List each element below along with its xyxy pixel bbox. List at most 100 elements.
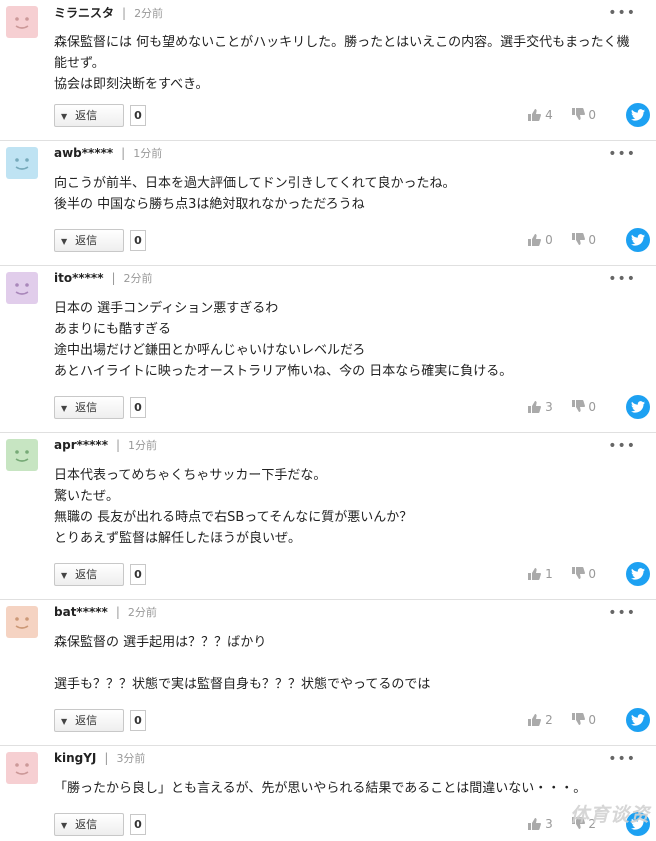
timestamp: 2分前 [127, 606, 157, 619]
thumbs-down-icon [571, 567, 585, 579]
more-icon[interactable]: ••• [608, 439, 636, 453]
dislike-button[interactable]: 0 [571, 233, 596, 247]
dislike-button[interactable]: 0 [571, 400, 596, 414]
twitter-bird-icon [631, 234, 645, 246]
more-icon[interactable]: ••• [608, 147, 636, 161]
like-count: 3 [545, 400, 553, 414]
reply-count: 0 [130, 564, 146, 585]
more-icon[interactable]: ••• [608, 752, 636, 766]
dislike-button[interactable]: 0 [571, 567, 596, 581]
reply-button[interactable]: ▼ 返信 [54, 104, 124, 127]
thumbs-down-icon [571, 233, 585, 245]
like-count: 0 [545, 233, 553, 247]
avatar[interactable] [6, 606, 38, 638]
like-button[interactable]: 3 [527, 817, 553, 831]
reply-count: 0 [130, 814, 146, 835]
reply-button[interactable]: ▼ 返信 [54, 813, 124, 836]
author-name[interactable]: ito***** [54, 271, 103, 285]
triangle-down-icon: ▼ [61, 237, 68, 246]
comment-text: 日本の 選手コンディション悪すぎるわ あまりにも酷すぎる 途中出場だけど鎌田とか… [54, 301, 513, 379]
reply-button[interactable]: ▼ 返信 [54, 709, 124, 732]
twitter-share-button[interactable] [626, 708, 650, 732]
triangle-down-icon: ▼ [61, 717, 68, 726]
separator: | [121, 146, 126, 160]
avatar[interactable] [6, 752, 38, 784]
triangle-down-icon: ▼ [61, 821, 68, 830]
avatar[interactable] [6, 272, 38, 304]
face-icon [15, 763, 29, 775]
author-name[interactable]: apr***** [54, 438, 108, 452]
triangle-down-icon: ▼ [61, 404, 68, 413]
face-icon [15, 283, 29, 295]
dislike-count: 0 [588, 400, 596, 414]
separator: | [111, 271, 116, 285]
like-count: 4 [545, 108, 553, 122]
like-button[interactable]: 1 [527, 567, 553, 581]
timestamp: 2分前 [123, 272, 153, 285]
reply-button[interactable]: ▼ 返信 [54, 229, 124, 252]
reply-count: 0 [130, 710, 146, 731]
separator: | [115, 438, 121, 452]
face-icon [15, 617, 29, 629]
separator: | [104, 751, 109, 765]
twitter-share-button[interactable] [626, 395, 650, 419]
avatar[interactable] [6, 439, 38, 471]
more-icon[interactable]: ••• [608, 6, 636, 20]
avatar[interactable] [6, 147, 38, 179]
twitter-share-button[interactable] [626, 562, 650, 586]
twitter-bird-icon [631, 568, 645, 580]
triangle-down-icon: ▼ [61, 571, 68, 580]
triangle-down-icon: ▼ [61, 112, 68, 121]
reply-label: 返信 [75, 568, 98, 581]
avatar[interactable] [6, 6, 38, 38]
author-name[interactable]: kingYJ [54, 751, 96, 765]
thumbs-down-icon [571, 713, 585, 725]
dislike-count: 0 [588, 713, 596, 727]
author-name[interactable]: ミラニスタ [54, 6, 114, 20]
comment-text: 日本代表ってめちゃくちゃサッカー下手だな。 驚いたぜ。 無職の 長友が出れる時点… [54, 468, 413, 546]
like-button[interactable]: 3 [527, 400, 553, 414]
more-icon[interactable]: ••• [608, 606, 636, 620]
twitter-share-button[interactable] [626, 228, 650, 252]
thumbs-up-icon [528, 109, 542, 121]
thumbs-up-icon [528, 568, 542, 580]
face-icon [15, 450, 29, 462]
face-icon [15, 158, 29, 170]
reply-count: 0 [130, 397, 146, 418]
watermark: 体育谈资 [569, 804, 650, 826]
more-icon[interactable]: ••• [608, 272, 636, 286]
face-icon [15, 17, 29, 29]
like-count: 1 [545, 567, 553, 581]
reply-label: 返信 [75, 714, 98, 727]
reply-button[interactable]: ▼ 返信 [54, 563, 124, 586]
twitter-share-button[interactable] [626, 103, 650, 127]
timestamp: 1分前 [133, 147, 163, 160]
twitter-bird-icon [631, 401, 645, 413]
author-name[interactable]: awb***** [54, 146, 113, 160]
comment-text: 向こうが前半、日本を過大評価してドン引きしてくれて良かったね。 後半の 中国なら… [54, 176, 456, 212]
like-button[interactable]: 0 [527, 233, 553, 247]
comment-text: 「勝ったから良し」とも言えるが、先が思いやられる結果であることは間違いない・・・… [54, 781, 587, 796]
dislike-count: 0 [588, 108, 596, 122]
reply-label: 返信 [75, 401, 98, 414]
reply-label: 返信 [75, 818, 98, 831]
comment-text: 森保監督の 選手起用は？？？ばかり 選手も？？？状態で実は監督自身も？？？状態で… [54, 635, 431, 692]
like-count: 3 [545, 817, 553, 831]
comment-text: 森保監督には 何も望めないことがハッキリした。勝ったとはいえこの内容。選手交代も… [54, 35, 630, 92]
thumbs-down-icon [571, 400, 585, 412]
reply-button[interactable]: ▼ 返信 [54, 396, 124, 419]
author-name[interactable]: bat***** [54, 605, 108, 619]
like-button[interactable]: 2 [527, 713, 553, 727]
thumbs-up-icon [528, 234, 542, 246]
reply-label: 返信 [75, 234, 98, 247]
comment-item: ミラニスタ | 2分前 ••• 森保監督には 何も望めないことがハッキリした。勝った… [0, 0, 656, 141]
reply-label: 返信 [75, 109, 98, 122]
dislike-button[interactable]: 0 [571, 108, 596, 122]
twitter-bird-icon [631, 109, 645, 121]
comment-item: awb***** | 1分前 ••• 向こうが前半、日本を過大評価してドン引きしてく… [0, 141, 656, 266]
thumbs-up-icon [528, 401, 542, 413]
comment-item: bat***** | 2分前 ••• 森保監督の 選手起用は？？？ばかり 選手も？？… [0, 600, 656, 746]
like-button[interactable]: 4 [527, 108, 553, 122]
reply-count: 0 [130, 230, 146, 251]
dislike-button[interactable]: 0 [571, 713, 596, 727]
